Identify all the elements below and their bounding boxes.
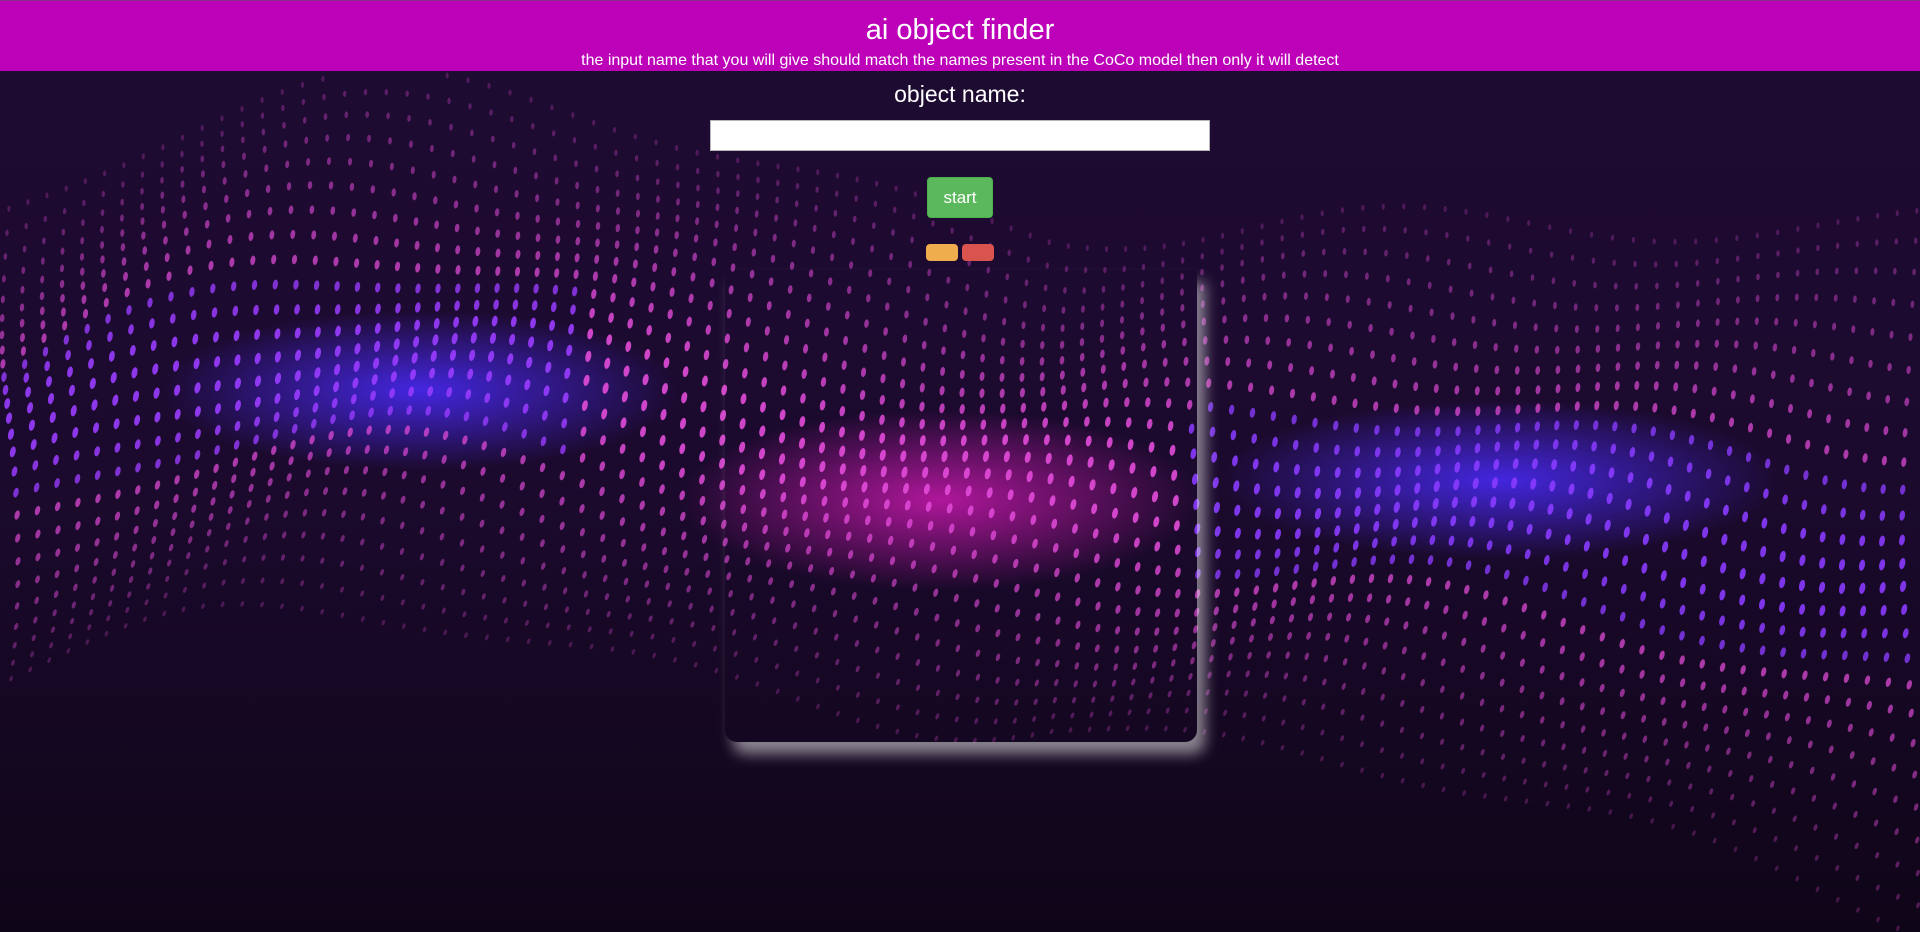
page-subtitle: the input name that you will give should… (581, 52, 1339, 69)
page-header: ai object finder the input name that you… (0, 0, 1920, 71)
warning-button[interactable] (926, 244, 958, 261)
video-frame (725, 270, 1197, 742)
danger-button[interactable] (962, 244, 994, 261)
page-title: ai object finder (865, 14, 1055, 46)
object-name-input[interactable] (710, 120, 1210, 151)
start-button[interactable]: start (927, 177, 993, 218)
object-name-label: object name: (894, 81, 1026, 107)
